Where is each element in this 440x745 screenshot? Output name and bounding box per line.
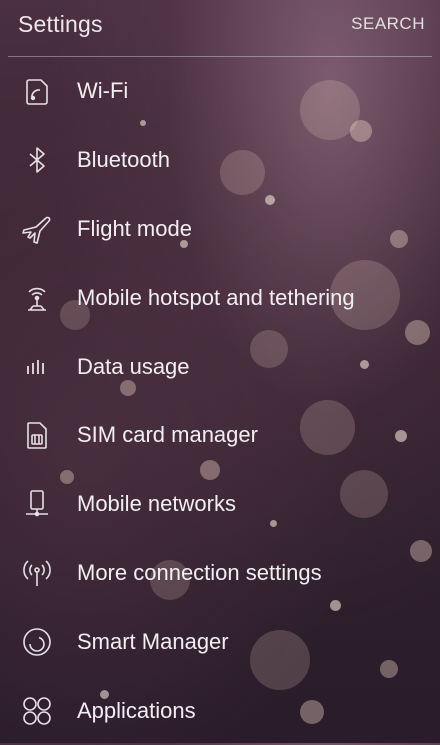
settings-item-wifi[interactable]: Wi-Fi (0, 57, 440, 126)
settings-item-more-connection[interactable]: More connection settings (0, 539, 440, 608)
settings-item-label: SIM card manager (77, 422, 258, 448)
page-title: Settings (18, 11, 103, 37)
app-bar: Settings SEARCH (0, 0, 440, 50)
settings-item-bluetooth[interactable]: Bluetooth (0, 126, 440, 195)
settings-item-smart-manager[interactable]: Smart Manager (0, 607, 440, 676)
hotspot-icon (20, 281, 54, 315)
data-usage-icon (20, 350, 54, 384)
wifi-icon (20, 74, 54, 108)
settings-item-applications[interactable]: Applications (0, 676, 440, 745)
settings-item-label: Applications (77, 697, 196, 723)
settings-item-label: Mobile hotspot and tethering (77, 284, 355, 310)
settings-item-flight-mode[interactable]: Flight mode (0, 195, 440, 264)
settings-item-label: Smart Manager (77, 628, 229, 654)
settings-item-sim-card[interactable]: SIM card manager (0, 401, 440, 470)
settings-list: Wi-Fi Bluetooth Flight mode Mobile hotsp… (0, 57, 440, 745)
smart-manager-icon (20, 625, 54, 659)
settings-item-label: Wi-Fi (77, 78, 129, 104)
sim-card-icon (20, 418, 54, 452)
settings-item-label: Flight mode (77, 215, 192, 241)
settings-item-label: Data usage (77, 353, 190, 379)
antenna-icon (20, 556, 54, 590)
settings-item-label: Mobile networks (77, 491, 236, 517)
settings-item-label: More connection settings (77, 559, 322, 585)
settings-item-data-usage[interactable]: Data usage (0, 332, 440, 401)
search-button[interactable]: SEARCH (351, 14, 425, 34)
applications-icon (20, 694, 54, 728)
bluetooth-icon (20, 143, 54, 177)
settings-item-mobile-networks[interactable]: Mobile networks (0, 470, 440, 539)
mobile-networks-icon (20, 487, 54, 521)
settings-item-hotspot[interactable]: Mobile hotspot and tethering (0, 263, 440, 332)
settings-item-label: Bluetooth (77, 147, 170, 173)
airplane-icon (20, 212, 54, 246)
